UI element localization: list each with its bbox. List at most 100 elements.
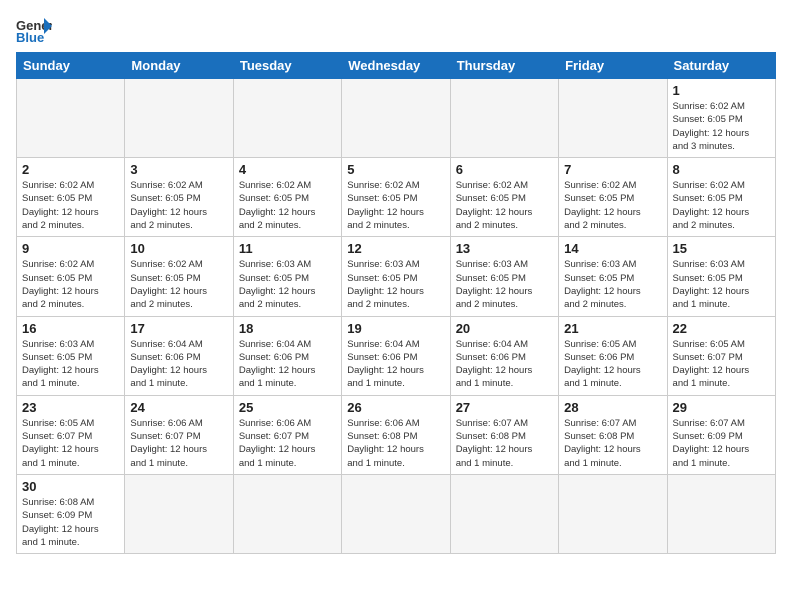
calendar-cell: 5 Sunrise: 6:02 AM Sunset: 6:05 PM Daylig… (342, 158, 450, 237)
calendar-cell (342, 474, 450, 553)
calendar-cell (559, 79, 667, 158)
calendar-cell: 22 Sunrise: 6:05 AM Sunset: 6:07 PM Dayli… (667, 316, 775, 395)
day-info: Sunrise: 6:05 AM Sunset: 6:07 PM Dayligh… (22, 417, 119, 470)
day-info: Sunrise: 6:02 AM Sunset: 6:05 PM Dayligh… (456, 179, 553, 232)
calendar-cell (233, 474, 341, 553)
day-info: Sunrise: 6:02 AM Sunset: 6:05 PM Dayligh… (673, 100, 770, 153)
page-header: General Blue (16, 16, 776, 44)
logo: General Blue (16, 16, 56, 44)
logo-icon: General Blue (16, 16, 52, 44)
day-info: Sunrise: 6:02 AM Sunset: 6:05 PM Dayligh… (22, 179, 119, 232)
day-number: 23 (22, 400, 119, 415)
day-number: 21 (564, 321, 661, 336)
calendar-cell: 7 Sunrise: 6:02 AM Sunset: 6:05 PM Daylig… (559, 158, 667, 237)
week-row-6: 30 Sunrise: 6:08 AM Sunset: 6:09 PM Dayli… (17, 474, 776, 553)
day-info: Sunrise: 6:07 AM Sunset: 6:08 PM Dayligh… (564, 417, 661, 470)
calendar-cell: 2 Sunrise: 6:02 AM Sunset: 6:05 PM Daylig… (17, 158, 125, 237)
day-number: 13 (456, 241, 553, 256)
day-info: Sunrise: 6:03 AM Sunset: 6:05 PM Dayligh… (22, 338, 119, 391)
day-number: 12 (347, 241, 444, 256)
calendar-cell: 1 Sunrise: 6:02 AM Sunset: 6:05 PM Daylig… (667, 79, 775, 158)
day-info: Sunrise: 6:06 AM Sunset: 6:07 PM Dayligh… (239, 417, 336, 470)
day-number: 15 (673, 241, 770, 256)
calendar-cell: 11 Sunrise: 6:03 AM Sunset: 6:05 PM Dayli… (233, 237, 341, 316)
calendar-cell (450, 79, 558, 158)
calendar-cell: 15 Sunrise: 6:03 AM Sunset: 6:05 PM Dayli… (667, 237, 775, 316)
day-number: 24 (130, 400, 227, 415)
day-number: 9 (22, 241, 119, 256)
calendar-cell (450, 474, 558, 553)
calendar-cell: 29 Sunrise: 6:07 AM Sunset: 6:09 PM Dayli… (667, 395, 775, 474)
day-number: 4 (239, 162, 336, 177)
day-info: Sunrise: 6:04 AM Sunset: 6:06 PM Dayligh… (456, 338, 553, 391)
day-info: Sunrise: 6:02 AM Sunset: 6:05 PM Dayligh… (673, 179, 770, 232)
calendar-table: SundayMondayTuesdayWednesdayThursdayFrid… (16, 52, 776, 554)
day-header-tuesday: Tuesday (233, 53, 341, 79)
calendar-cell (667, 474, 775, 553)
calendar-cell: 24 Sunrise: 6:06 AM Sunset: 6:07 PM Dayli… (125, 395, 233, 474)
day-info: Sunrise: 6:03 AM Sunset: 6:05 PM Dayligh… (347, 258, 444, 311)
calendar-cell: 18Sunrise: 6:04 AM Sunset: 6:06 PM Dayli… (233, 316, 341, 395)
calendar-cell: 10 Sunrise: 6:02 AM Sunset: 6:05 PM Dayli… (125, 237, 233, 316)
calendar-cell: 30 Sunrise: 6:08 AM Sunset: 6:09 PM Dayli… (17, 474, 125, 553)
day-info: Sunrise: 6:02 AM Sunset: 6:05 PM Dayligh… (130, 258, 227, 311)
day-info: Sunrise: 6:08 AM Sunset: 6:09 PM Dayligh… (22, 496, 119, 549)
day-number: 17 (130, 321, 227, 336)
day-number: 28 (564, 400, 661, 415)
header-row: SundayMondayTuesdayWednesdayThursdayFrid… (17, 53, 776, 79)
day-info: Sunrise: 6:03 AM Sunset: 6:05 PM Dayligh… (239, 258, 336, 311)
day-info: Sunrise: 6:04 AM Sunset: 6:06 PM Dayligh… (347, 338, 444, 391)
day-number: 30 (22, 479, 119, 494)
day-number: 16 (22, 321, 119, 336)
day-number: 5 (347, 162, 444, 177)
calendar-cell: 17 Sunrise: 6:04 AM Sunset: 6:06 PM Dayli… (125, 316, 233, 395)
day-info: Sunrise: 6:03 AM Sunset: 6:05 PM Dayligh… (564, 258, 661, 311)
calendar-cell: 14 Sunrise: 6:03 AM Sunset: 6:05 PM Dayli… (559, 237, 667, 316)
calendar-cell: 23 Sunrise: 6:05 AM Sunset: 6:07 PM Dayli… (17, 395, 125, 474)
calendar-cell: 27Sunrise: 6:07 AM Sunset: 6:08 PM Dayli… (450, 395, 558, 474)
day-info: Sunrise: 6:02 AM Sunset: 6:05 PM Dayligh… (564, 179, 661, 232)
calendar-cell (342, 79, 450, 158)
day-info: Sunrise: 6:03 AM Sunset: 6:05 PM Dayligh… (673, 258, 770, 311)
day-number: 22 (673, 321, 770, 336)
day-header-wednesday: Wednesday (342, 53, 450, 79)
day-info: Sunrise: 6:02 AM Sunset: 6:05 PM Dayligh… (347, 179, 444, 232)
day-info: Sunrise: 6:05 AM Sunset: 6:07 PM Dayligh… (673, 338, 770, 391)
day-number: 3 (130, 162, 227, 177)
calendar-cell: 6Sunrise: 6:02 AM Sunset: 6:05 PM Daylig… (450, 158, 558, 237)
day-header-sunday: Sunday (17, 53, 125, 79)
day-number: 29 (673, 400, 770, 415)
day-number: 10 (130, 241, 227, 256)
day-info: Sunrise: 6:02 AM Sunset: 6:05 PM Dayligh… (22, 258, 119, 311)
week-row-5: 23 Sunrise: 6:05 AM Sunset: 6:07 PM Dayli… (17, 395, 776, 474)
day-number: 1 (673, 83, 770, 98)
calendar-cell: 8 Sunrise: 6:02 AM Sunset: 6:05 PM Daylig… (667, 158, 775, 237)
week-row-4: 16 Sunrise: 6:03 AM Sunset: 6:05 PM Dayli… (17, 316, 776, 395)
calendar-cell: 13Sunrise: 6:03 AM Sunset: 6:05 PM Dayli… (450, 237, 558, 316)
day-header-friday: Friday (559, 53, 667, 79)
day-number: 7 (564, 162, 661, 177)
day-number: 26 (347, 400, 444, 415)
day-info: Sunrise: 6:05 AM Sunset: 6:06 PM Dayligh… (564, 338, 661, 391)
week-row-1: 1 Sunrise: 6:02 AM Sunset: 6:05 PM Daylig… (17, 79, 776, 158)
day-info: Sunrise: 6:06 AM Sunset: 6:07 PM Dayligh… (130, 417, 227, 470)
calendar-cell (233, 79, 341, 158)
day-number: 2 (22, 162, 119, 177)
calendar-cell: 12 Sunrise: 6:03 AM Sunset: 6:05 PM Dayli… (342, 237, 450, 316)
day-number: 8 (673, 162, 770, 177)
day-number: 14 (564, 241, 661, 256)
calendar-cell (125, 474, 233, 553)
day-number: 25 (239, 400, 336, 415)
calendar-cell: 26 Sunrise: 6:06 AM Sunset: 6:08 PM Dayli… (342, 395, 450, 474)
calendar-cell (17, 79, 125, 158)
day-info: Sunrise: 6:07 AM Sunset: 6:09 PM Dayligh… (673, 417, 770, 470)
calendar-cell: 16 Sunrise: 6:03 AM Sunset: 6:05 PM Dayli… (17, 316, 125, 395)
day-number: 18 (239, 321, 336, 336)
svg-text:Blue: Blue (16, 30, 44, 44)
day-number: 11 (239, 241, 336, 256)
day-info: Sunrise: 6:07 AM Sunset: 6:08 PM Dayligh… (456, 417, 553, 470)
day-info: Sunrise: 6:06 AM Sunset: 6:08 PM Dayligh… (347, 417, 444, 470)
day-info: Sunrise: 6:04 AM Sunset: 6:06 PM Dayligh… (130, 338, 227, 391)
day-number: 20 (456, 321, 553, 336)
calendar-cell: 3Sunrise: 6:02 AM Sunset: 6:05 PM Daylig… (125, 158, 233, 237)
